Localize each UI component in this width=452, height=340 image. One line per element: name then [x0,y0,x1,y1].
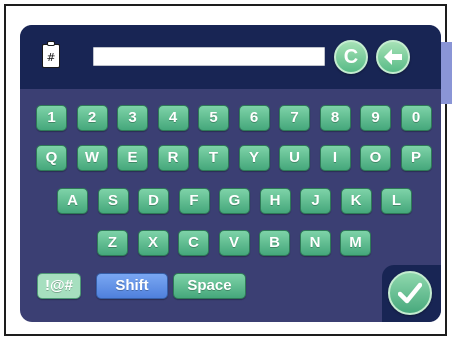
key-o[interactable]: O [360,145,391,171]
key-f[interactable]: F [178,188,210,214]
key-t[interactable]: T [198,145,229,171]
key-s[interactable]: S [97,188,129,214]
text-input[interactable] [93,47,325,66]
key-l[interactable]: L [381,188,412,214]
key-c[interactable]: C [178,230,209,256]
key-1[interactable]: 1 [36,105,67,131]
key-d[interactable]: D [138,188,169,214]
key-9[interactable]: 9 [360,105,391,131]
key-p[interactable]: P [400,145,432,171]
key-4[interactable]: 4 [157,105,189,131]
keyboard-panel: # C 1234567890QWERTYUIOPASDFGHJKLZXCVBNM… [20,25,441,322]
key-h[interactable]: H [259,188,291,214]
key-v[interactable]: V [218,230,250,256]
backspace-button[interactable] [376,40,410,74]
clipboard-symbol: # [46,51,56,64]
key-k[interactable]: K [340,188,372,214]
done-button[interactable] [388,271,432,315]
space-key[interactable]: Space [173,273,246,299]
symbols-key[interactable]: !@# [37,273,81,299]
key-m[interactable]: M [340,230,371,256]
key-q[interactable]: Q [36,145,67,171]
checkmark-icon [398,282,422,304]
key-5[interactable]: 5 [198,105,229,131]
keyboard-toolbar: # C [20,25,441,89]
key-z[interactable]: Z [97,230,128,256]
key-x[interactable]: X [137,230,169,256]
key-u[interactable]: U [279,145,310,171]
key-2[interactable]: 2 [76,105,108,131]
clear-button[interactable]: C [334,40,368,74]
key-8[interactable]: 8 [319,105,351,131]
key-b[interactable]: B [259,230,290,256]
key-e[interactable]: E [117,145,148,171]
key-r[interactable]: R [157,145,189,171]
left-arrow-icon [384,49,402,65]
clipboard-icon[interactable]: # [42,41,60,68]
key-y[interactable]: Y [238,145,270,171]
clear-label: C [343,45,359,68]
key-0[interactable]: 0 [400,105,432,131]
background-strip [440,42,452,104]
key-6[interactable]: 6 [238,105,270,131]
key-7[interactable]: 7 [279,105,310,131]
key-j[interactable]: J [300,188,331,214]
key-3[interactable]: 3 [117,105,148,131]
key-i[interactable]: I [319,145,351,171]
key-a[interactable]: A [57,188,88,214]
key-n[interactable]: N [299,230,331,256]
shift-key[interactable]: Shift [96,273,168,299]
key-g[interactable]: G [219,188,250,214]
key-w[interactable]: W [76,145,108,171]
